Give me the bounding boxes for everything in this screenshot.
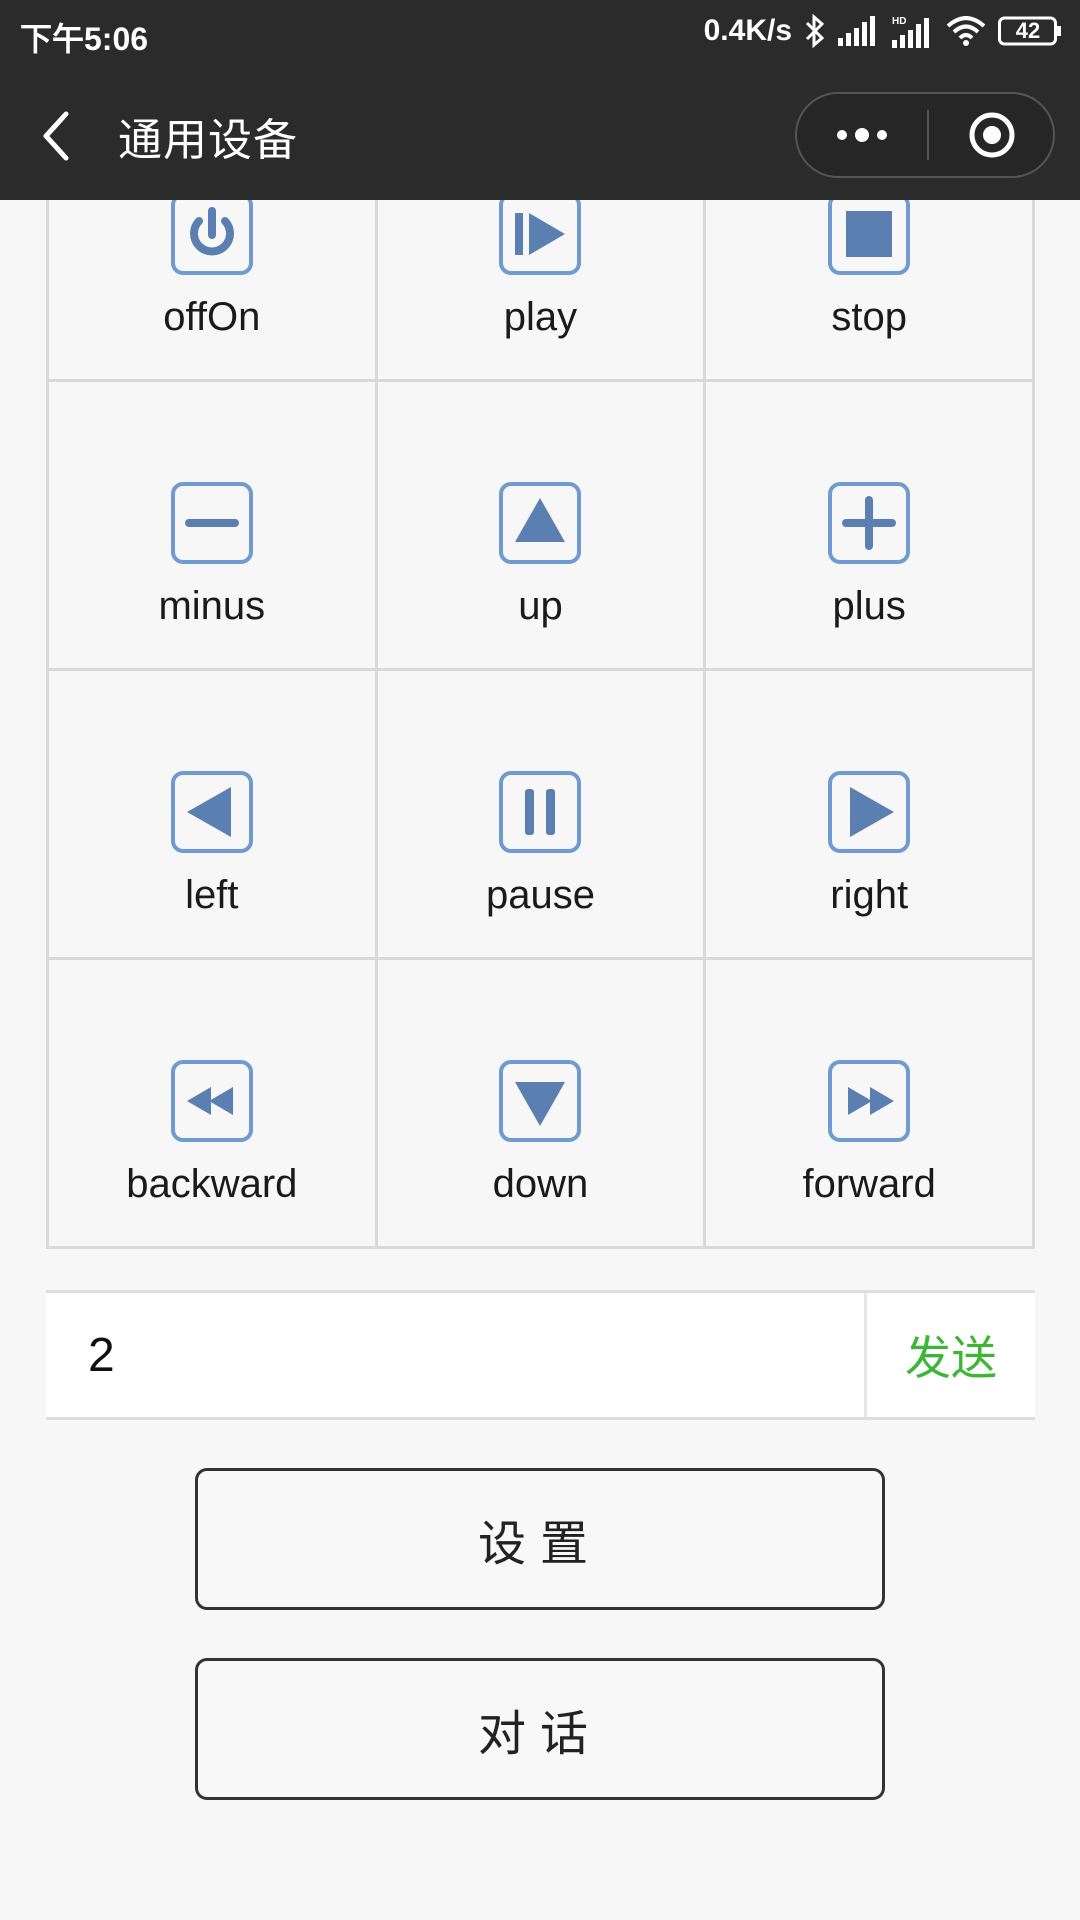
grid-cell-stop[interactable]: stop <box>706 200 1035 382</box>
bluetooth-icon <box>804 14 826 48</box>
battery-icon: 42 <box>998 15 1062 47</box>
minus-icon <box>170 482 253 564</box>
grid-cell-label: left <box>185 873 239 917</box>
grid-cell-forward[interactable]: forward <box>706 960 1035 1249</box>
nav-bar: 通用设备 <box>0 72 1080 200</box>
down-arrow-icon <box>499 1060 582 1142</box>
back-button[interactable] <box>36 108 84 164</box>
stop-icon <box>828 200 911 275</box>
chevron-left-icon <box>43 111 69 161</box>
grid-cell-down[interactable]: down <box>377 960 707 1249</box>
grid-cell-label: up <box>518 584 563 628</box>
status-indicators: 0.4K/s HD 42 <box>704 14 1062 48</box>
grid-cell-label: down <box>492 1162 589 1206</box>
grid-cell-label: pause <box>486 873 595 917</box>
grid-cell-label: right <box>830 873 909 917</box>
send-row: 发送 <box>46 1290 1035 1420</box>
signal-icon <box>838 16 880 46</box>
grid-cell-label: play <box>503 295 578 339</box>
send-button[interactable]: 发送 <box>867 1293 1035 1417</box>
rewind-icon <box>170 1060 253 1142</box>
status-bar: 下午5:06 0.4K/s HD 42 <box>0 0 1080 72</box>
grid-cell-label: stop <box>831 295 907 339</box>
grid-cell-label: plus <box>832 584 906 628</box>
more-dots-icon <box>837 128 887 142</box>
left-arrow-icon <box>170 771 253 853</box>
mini-program-capsule <box>795 92 1055 178</box>
battery-level: 42 <box>1015 18 1041 43</box>
plus-icon <box>828 482 911 564</box>
grid-cell-label: minus <box>158 584 266 628</box>
command-input[interactable] <box>46 1293 864 1417</box>
grid-cell-label: backward <box>126 1162 298 1206</box>
grid-cell-minus[interactable]: minus <box>49 382 378 671</box>
pause-icon <box>499 771 582 853</box>
grid-cell-offon[interactable]: offOn <box>49 200 378 382</box>
grid-cell-left[interactable]: left <box>49 671 378 960</box>
more-button[interactable] <box>797 94 927 176</box>
grid-cell-backward[interactable]: backward <box>49 960 378 1249</box>
page-title: 通用设备 <box>118 115 298 166</box>
status-time: 下午5:06 <box>20 21 149 57</box>
network-speed: 0.4K/s <box>703 14 792 47</box>
control-grid: offOn play stop minus up plus left pause… <box>46 200 1035 1249</box>
control-grid-viewport: offOn play stop minus up plus left pause… <box>0 200 1080 1260</box>
grid-cell-pause[interactable]: pause <box>377 671 707 960</box>
svg-text:HD: HD <box>892 16 906 27</box>
play-icon <box>499 200 582 275</box>
wifi-icon <box>946 16 986 46</box>
fast-forward-icon <box>828 1060 911 1142</box>
up-arrow-icon <box>499 482 582 564</box>
right-arrow-icon <box>828 771 911 853</box>
power-icon <box>170 200 253 275</box>
signal-hd-icon: HD <box>892 14 934 48</box>
grid-cell-plus[interactable]: plus <box>706 382 1035 671</box>
grid-cell-label: forward <box>802 1162 936 1206</box>
grid-cell-right[interactable]: right <box>706 671 1035 960</box>
close-miniprogram-button[interactable] <box>929 94 1055 176</box>
grid-cell-play[interactable]: play <box>377 200 707 382</box>
grid-cell-up[interactable]: up <box>377 382 707 671</box>
settings-button[interactable]: 设置 <box>195 1468 885 1610</box>
grid-cell-label: offOn <box>163 295 261 339</box>
target-close-icon <box>969 112 1015 158</box>
dialog-button[interactable]: 对话 <box>195 1658 885 1800</box>
